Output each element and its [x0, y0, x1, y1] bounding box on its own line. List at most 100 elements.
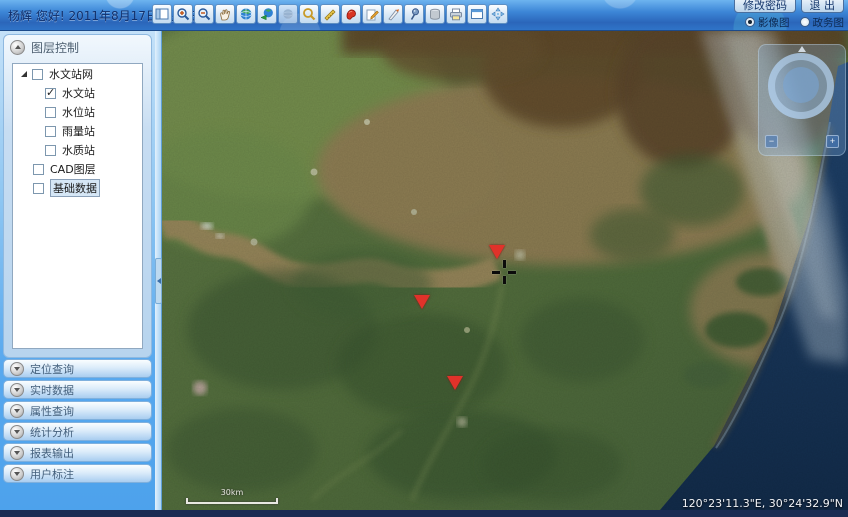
accordion-用户标注[interactable]: 用户标注	[3, 464, 152, 483]
toggle-panel-icon	[155, 7, 169, 21]
chevron-down-icon[interactable]	[10, 383, 24, 397]
layer-control-title: 图层控制	[31, 39, 79, 56]
sidebar-splitter[interactable]	[155, 30, 162, 510]
measure-button[interactable]	[320, 4, 340, 24]
zoom-out-icon	[197, 7, 211, 21]
checkbox-checked[interactable]	[45, 88, 56, 99]
checkbox-unchecked[interactable]	[45, 107, 56, 118]
chevron-down-icon[interactable]	[10, 446, 24, 460]
map-toolbar	[152, 4, 508, 24]
map-type-label: 影像图	[758, 15, 790, 30]
compass-knob[interactable]	[783, 67, 819, 103]
clear-button[interactable]	[341, 4, 361, 24]
sidebar: 图层控制 水文站网水文站水位站雨量站水质站 CAD图层基础数据 定位查询实时数据属…	[0, 30, 155, 510]
delete-icon	[428, 7, 442, 21]
zoom-out-button[interactable]	[194, 4, 214, 24]
print-button[interactable]	[446, 4, 466, 24]
navigator-zoom-out-button[interactable]: −	[765, 135, 778, 148]
next-extent-button[interactable]	[278, 4, 298, 24]
checkbox-unchecked[interactable]	[33, 183, 44, 194]
tree-item-label[interactable]: 水文站	[62, 85, 95, 101]
tree-item-水质站[interactable]: 水质站	[13, 141, 142, 159]
edit-button[interactable]	[362, 4, 382, 24]
overview-map-icon	[470, 7, 484, 21]
checkbox-unchecked[interactable]	[33, 164, 44, 175]
chevron-down-icon[interactable]	[10, 362, 24, 376]
compass-north-arrow	[798, 46, 806, 52]
edit-icon	[365, 7, 379, 21]
tree-item-水文站[interactable]: 水文站	[13, 84, 142, 102]
crosshair-cursor	[492, 260, 516, 284]
full-extent-button[interactable]	[236, 4, 256, 24]
map-type-label: 政务图	[813, 15, 845, 30]
next-extent-icon	[281, 7, 295, 21]
recenter-icon	[491, 7, 505, 21]
tree-item-水位站[interactable]: 水位站	[13, 103, 142, 121]
previous-extent-button[interactable]	[257, 4, 277, 24]
tree-item-label[interactable]: 水位站	[62, 104, 95, 120]
accordion-label: 报表输出	[30, 445, 74, 461]
tree-item-基础数据[interactable]: 基础数据	[13, 179, 142, 197]
collapse-icon[interactable]	[10, 40, 25, 55]
accordion-属性查询[interactable]: 属性查询	[3, 401, 152, 420]
tree-item-label[interactable]: 雨量站	[62, 123, 95, 139]
checkbox-unchecked[interactable]	[45, 145, 56, 156]
recenter-button[interactable]	[488, 4, 508, 24]
tree-expander-icon[interactable]	[21, 71, 27, 77]
top-bar: 杨辉 您好! 2011年8月17日 星期三 修改密码 退 出 影像图政务图	[0, 0, 848, 31]
sidebar-collapse-handle[interactable]	[155, 258, 162, 304]
map-navigator[interactable]: − +	[758, 44, 846, 156]
chevron-down-icon[interactable]	[10, 425, 24, 439]
station-marker[interactable]	[489, 245, 505, 259]
app-window: − + 30km 120°23'11.3"E, 30°24'32.9"N 图层控…	[0, 0, 848, 517]
overview-map-button[interactable]	[467, 4, 487, 24]
accordion-实时数据[interactable]: 实时数据	[3, 380, 152, 399]
accordion-label: 统计分析	[30, 424, 74, 440]
pan-button[interactable]	[215, 4, 235, 24]
map-type-option-1[interactable]: 影像图	[745, 15, 790, 30]
accordion-统计分析[interactable]: 统计分析	[3, 422, 152, 441]
status-bar	[0, 510, 848, 517]
print-icon	[449, 7, 463, 21]
delete-button[interactable]	[425, 4, 445, 24]
tree-item-水文站网[interactable]: 水文站网	[13, 65, 142, 83]
radio-selected-icon[interactable]	[745, 17, 755, 27]
accordion-定位查询[interactable]: 定位查询	[3, 359, 152, 378]
tree-item-label[interactable]: 水文站网	[49, 66, 93, 82]
tree-item-label[interactable]: 基础数据	[50, 179, 100, 197]
station-marker[interactable]	[414, 295, 430, 309]
navigator-zoom-in-button[interactable]: +	[826, 135, 839, 148]
map-type-option-2[interactable]: 政务图	[800, 15, 845, 30]
checkbox-unchecked[interactable]	[45, 126, 56, 137]
layer-control-header[interactable]: 图层控制	[4, 35, 151, 59]
previous-extent-icon	[260, 7, 274, 21]
scale-line	[186, 498, 278, 504]
tree-item-label[interactable]: 水质站	[62, 142, 95, 158]
compass-ring[interactable]	[768, 53, 834, 119]
identify-button[interactable]	[299, 4, 319, 24]
identify-icon	[302, 7, 316, 21]
logout-button[interactable]: 退 出	[801, 0, 845, 13]
clear-icon	[344, 7, 358, 21]
select-button[interactable]	[404, 4, 424, 24]
map-type-switch: 影像图 政务图	[745, 15, 844, 29]
layer-tree: 水文站网水文站水位站雨量站水质站 CAD图层基础数据	[12, 63, 143, 349]
accordion-label: 定位查询	[30, 361, 74, 377]
scale-label: 30km	[186, 488, 278, 497]
select-icon	[407, 7, 421, 21]
checkbox-unchecked[interactable]	[32, 69, 43, 80]
chevron-down-icon[interactable]	[10, 404, 24, 418]
layer-control-panel: 图层控制 水文站网水文站水位站雨量站水质站 CAD图层基础数据	[3, 34, 152, 358]
draw-button[interactable]	[383, 4, 403, 24]
radio-unselected-icon[interactable]	[800, 17, 810, 27]
chevron-down-icon[interactable]	[10, 467, 24, 481]
change-password-button[interactable]: 修改密码	[734, 0, 796, 13]
accordion-报表输出[interactable]: 报表输出	[3, 443, 152, 462]
station-marker[interactable]	[447, 376, 463, 390]
tree-item-CAD图层[interactable]: CAD图层	[13, 160, 142, 178]
tree-item-雨量站[interactable]: 雨量站	[13, 122, 142, 140]
zoom-in-button[interactable]	[173, 4, 193, 24]
toggle-panel-button[interactable]	[152, 4, 172, 24]
tree-item-label[interactable]: CAD图层	[50, 161, 96, 177]
accordion-label: 属性查询	[30, 403, 74, 419]
